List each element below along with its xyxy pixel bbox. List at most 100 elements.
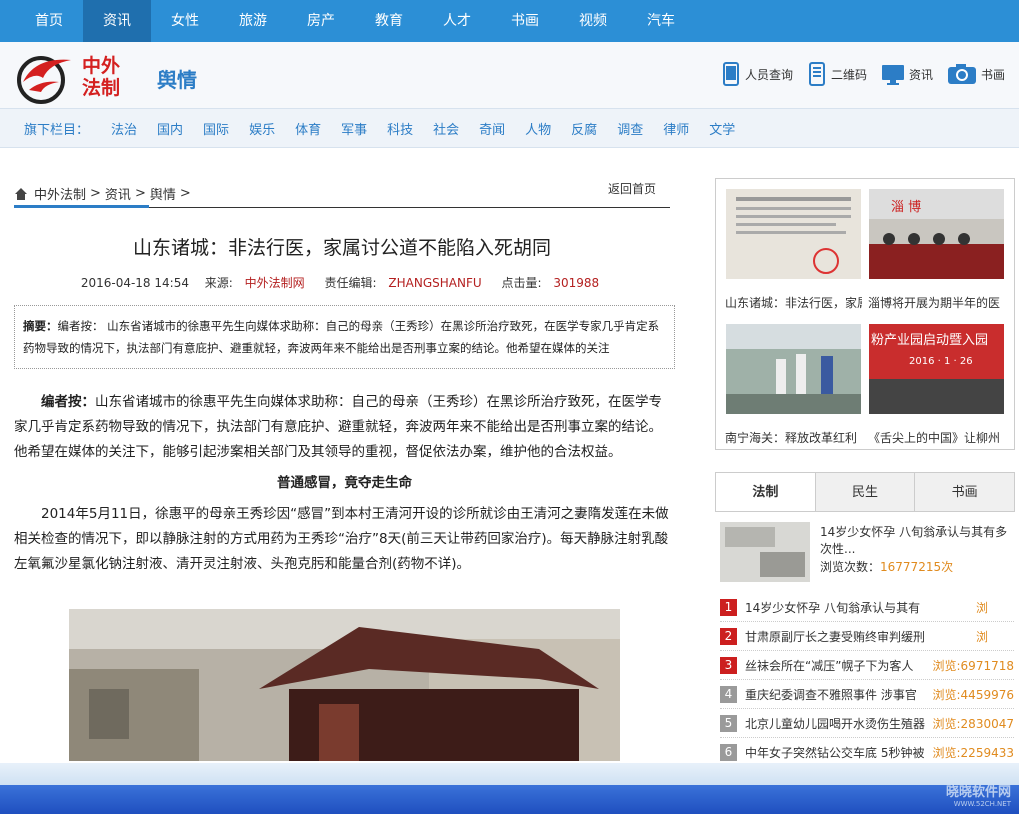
rank-number: 6 <box>720 744 737 761</box>
rank-count: 浏 <box>975 601 988 615</box>
footer-light-bar <box>0 763 1019 785</box>
nav-education[interactable]: 教育 <box>355 0 423 42</box>
rank-count: 浏览:2830047 <box>932 717 1015 731</box>
ranking-item[interactable]: 4 重庆纪委调查不雅照事件 涉事官 浏览:4459976 <box>720 681 1014 709</box>
featured-title[interactable]: 14岁少女怀孕 八旬翁承认与其有多次性... <box>820 524 1015 558</box>
rank-title[interactable]: 中年女子突然钻公交车底 5秒钟被 <box>745 744 927 761</box>
sub-nav-item[interactable]: 社会 <box>433 119 459 138</box>
sub-nav-item[interactable]: 律师 <box>663 119 689 138</box>
header-link-person-query[interactable]: 人员查询 <box>721 62 793 86</box>
rank-count: 浏览:4459976 <box>932 688 1015 702</box>
sub-nav-item[interactable]: 国际 <box>203 119 229 138</box>
phone-icon <box>722 62 739 86</box>
sub-nav-item[interactable]: 反腐 <box>571 119 597 138</box>
site-logo-icon[interactable] <box>15 52 75 104</box>
qrcode-phone-icon <box>808 62 825 86</box>
sub-nav-item[interactable]: 法治 <box>111 119 137 138</box>
rank-title[interactable]: 重庆纪委调查不雅照事件 涉事官 <box>745 686 927 703</box>
sub-nav-item[interactable]: 科技 <box>387 119 413 138</box>
header-link-calligraphy[interactable]: 书画 <box>947 62 1005 86</box>
logo-line-1: 中外 <box>82 55 121 77</box>
nav-home[interactable]: 首页 <box>15 0 83 42</box>
rank-title[interactable]: 甘肃原副厅长之妻受贿终审判缓刑 <box>745 628 970 645</box>
clicks-label: 点击量: <box>501 276 542 290</box>
nav-women[interactable]: 女性 <box>151 0 219 42</box>
featured-count-label: 浏览次数： <box>820 560 881 574</box>
sub-nav-item[interactable]: 国内 <box>157 119 183 138</box>
gallery-caption[interactable]: 山东诸城：非法行医，家属讨公道 <box>725 294 862 311</box>
breadcrumb-home[interactable]: 中外法制 <box>34 184 86 203</box>
sub-nav-item[interactable]: 奇闻 <box>479 119 505 138</box>
rank-title[interactable]: 丝袜会所在“减压”幌子下为客人 <box>745 657 927 674</box>
gallery-thumb[interactable] <box>726 189 861 279</box>
nav-calligraphy[interactable]: 书画 <box>491 0 559 42</box>
sub-nav-item[interactable]: 体育 <box>295 119 321 138</box>
sub-nav-item[interactable]: 娱乐 <box>249 119 275 138</box>
breadcrumb: 中外法制 > 资讯 > 舆情 > 返回首页 <box>14 180 670 208</box>
ranking-item[interactable]: 5 北京儿童幼儿园喝开水烫伤生殖器 浏览:2830047 <box>720 710 1014 738</box>
ranking-item[interactable]: 3 丝袜会所在“减压”幌子下为客人 浏览:6971718 <box>720 652 1014 680</box>
sub-nav-item[interactable]: 文学 <box>709 119 735 138</box>
header-link-news[interactable]: 资讯 <box>881 62 933 86</box>
rank-count: 浏览:6971718 <box>932 659 1015 673</box>
nav-news[interactable]: 资讯 <box>83 0 151 42</box>
nav-realestate[interactable]: 房产 <box>287 0 355 42</box>
category-tabs: 法制 民生 书画 <box>715 472 1015 512</box>
gallery-caption[interactable]: 《舌尖上的中国》让柳州 <box>868 429 1005 446</box>
article-source[interactable]: 中外法制网 <box>245 276 305 290</box>
sub-nav-item[interactable]: 军事 <box>341 119 367 138</box>
nav-video[interactable]: 视频 <box>559 0 627 42</box>
rank-title[interactable]: 北京儿童幼儿园喝开水烫伤生殖器 <box>745 715 927 732</box>
gallery-overlay-text: 淄 博 <box>891 200 921 215</box>
tab-livelihood[interactable]: 民生 <box>814 473 915 511</box>
tab-calligraphy[interactable]: 书画 <box>914 473 1014 511</box>
header-link-label: 二维码 <box>830 67 867 82</box>
sub-nav-item[interactable]: 调查 <box>617 119 643 138</box>
editor-note: 编者按：山东省诸城市的徐惠平先生向媒体求助称：自己的母亲（王秀珍）在黑诊所治疗致… <box>14 390 675 465</box>
gallery-thumb[interactable]: 粉产业园启动暨入园 2016 · 1 · 26 <box>869 324 1004 414</box>
rank-number: 3 <box>720 657 737 674</box>
rank-number: 2 <box>720 628 737 645</box>
rank-count: 浏览:2259433 <box>932 746 1015 760</box>
gallery-caption[interactable]: 南宁海关：释放改革红利 <box>725 429 862 446</box>
source-label: 来源: <box>204 276 233 290</box>
watermark: 晓晓软件网 WWW.52CH.NET <box>946 781 1011 808</box>
breadcrumb-current[interactable]: 舆情 <box>150 184 176 203</box>
breadcrumb-news[interactable]: 资讯 <box>105 184 131 203</box>
editor-label: 责任编辑: <box>324 276 377 290</box>
gallery-caption[interactable]: 淄博将开展为期半年的医 <box>868 294 1005 311</box>
summary-label: 摘要： <box>23 319 58 333</box>
camera-icon <box>947 64 976 84</box>
rank-number: 1 <box>720 599 737 616</box>
monitor-icon <box>881 65 904 85</box>
back-home-link[interactable]: 返回首页 <box>608 180 656 197</box>
nav-talent[interactable]: 人才 <box>423 0 491 42</box>
ranking-item[interactable]: 2 甘肃原副厅长之妻受贿终审判缓刑 浏 <box>720 623 1014 651</box>
rank-title[interactable]: 14岁少女怀孕 八旬翁承认与其有 <box>745 599 970 616</box>
gallery-thumb[interactable]: 淄 博 <box>869 189 1004 279</box>
gallery-overlay-text: 2016 · 1 · 26 <box>909 356 973 367</box>
sub-nav: 旗下栏目： 法治 国内 国际 娱乐 体育 军事 科技 社会 奇闻 人物 反腐 调… <box>0 108 1019 148</box>
article-body: 编者按：山东省诸城市的徐惠平先生向媒体求助称：自己的母亲（王秀珍）在黑诊所治疗致… <box>14 390 675 577</box>
rank-count: 浏 <box>975 630 988 644</box>
nav-travel[interactable]: 旅游 <box>219 0 287 42</box>
header-link-qrcode[interactable]: 二维码 <box>807 62 867 86</box>
article-subheading: 普通感冒，竟夺走生命 <box>277 475 412 491</box>
article-editor: ZHANGSHANFU <box>388 276 482 290</box>
footer-blue-bar <box>0 785 1019 814</box>
breadcrumb-underline <box>14 205 149 208</box>
tab-law[interactable]: 法制 <box>716 473 815 511</box>
gallery-thumb[interactable] <box>726 324 861 414</box>
sub-nav-item[interactable]: 人物 <box>525 119 551 138</box>
ranking-item[interactable]: 1 14岁少女怀孕 八旬翁承认与其有 浏 <box>720 594 1014 622</box>
featured-thumb[interactable] <box>720 522 810 582</box>
nav-auto[interactable]: 汽车 <box>627 0 695 42</box>
header-links: 人员查询 二维码 资讯 书画 <box>707 62 1005 86</box>
rank-number: 5 <box>720 715 737 732</box>
article-title: 山东诸城：非法行医，家属讨公道不能陷入死胡同 <box>132 237 551 259</box>
article-paragraph: 2014年5月11日，徐惠平的母亲王秀珍因“感冒”到本村王清河开设的诊所就诊由王… <box>14 506 669 572</box>
home-icon <box>15 187 27 200</box>
rank-number: 4 <box>720 686 737 703</box>
site-logo-text[interactable]: 中外 法制 <box>82 55 120 99</box>
header-link-label: 人员查询 <box>744 67 793 82</box>
